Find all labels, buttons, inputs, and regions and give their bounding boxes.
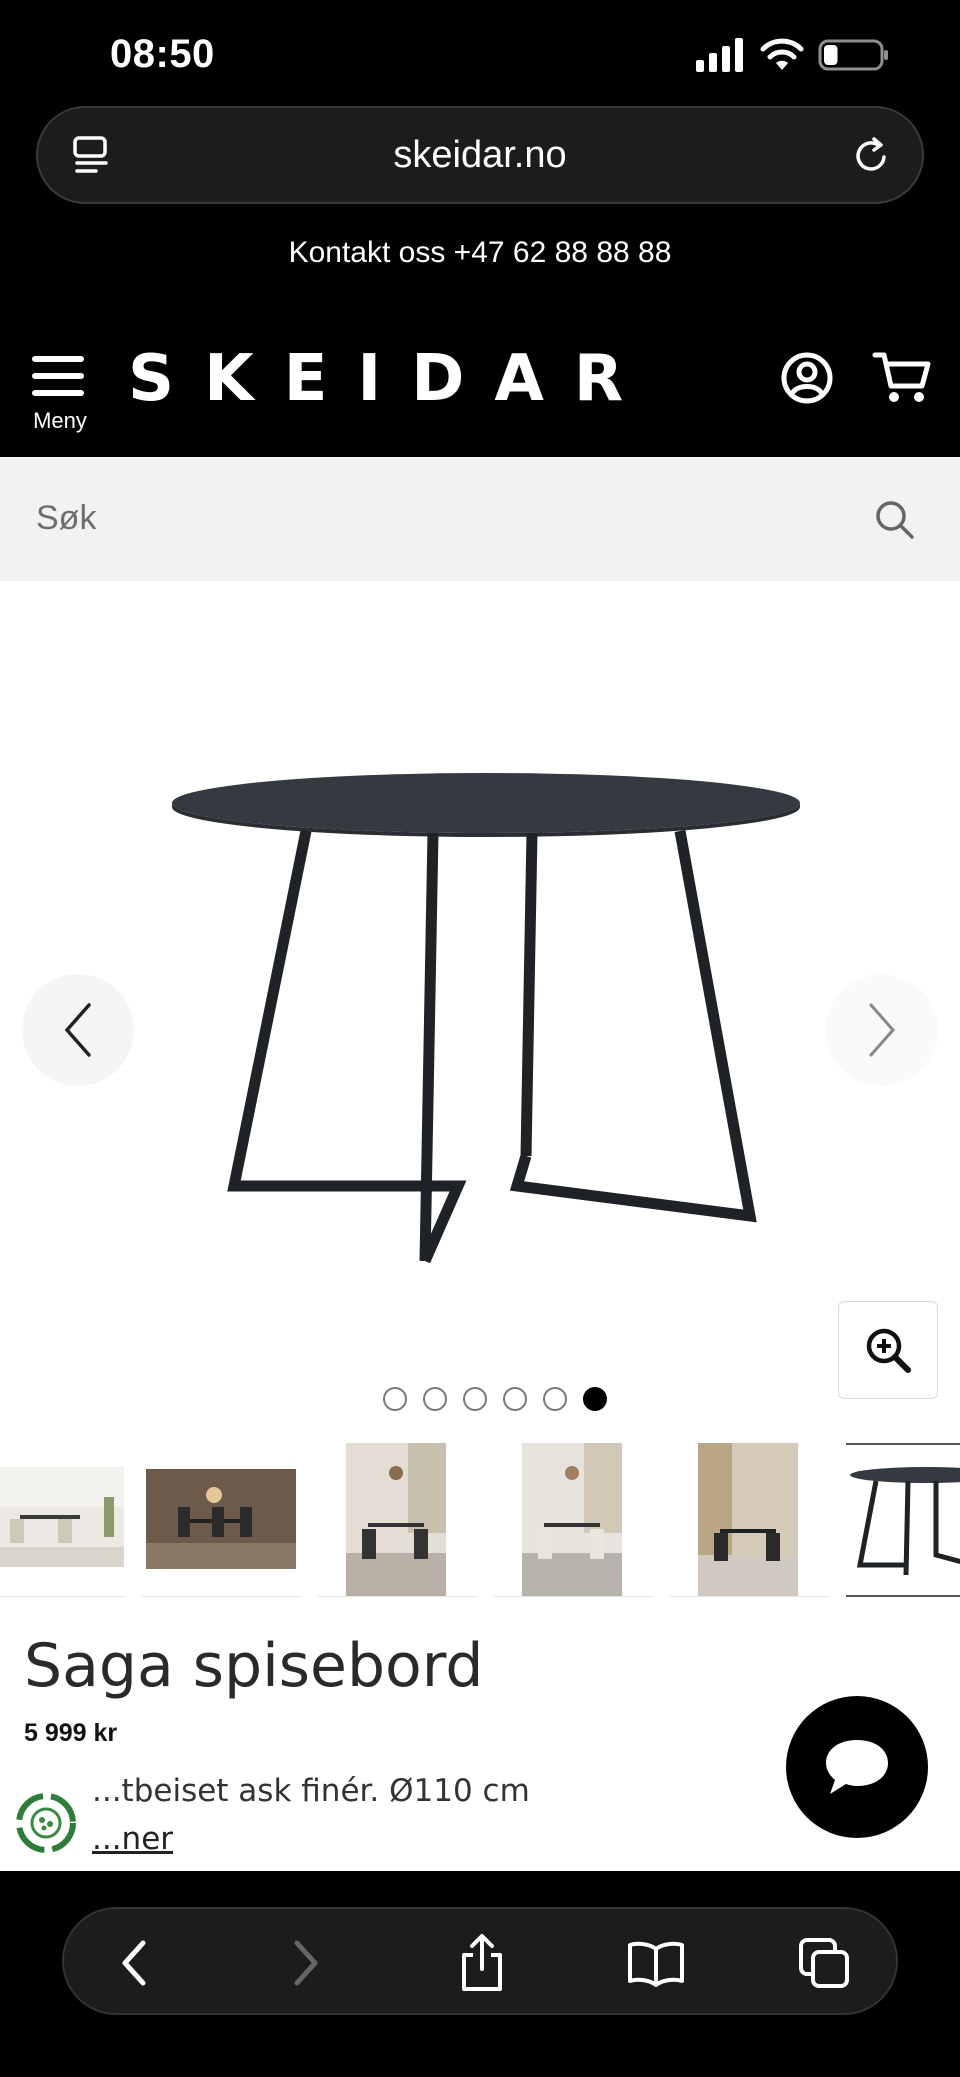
thumbnail[interactable] (0, 1443, 124, 1597)
menu-button[interactable]: Meny (26, 354, 90, 444)
thumbnail-image (698, 1443, 798, 1596)
product-section: Saga spisebord 5 999 kr ...tbeiset ask f… (0, 581, 960, 1871)
back-button[interactable] (102, 1931, 166, 1995)
signal-icon (696, 38, 743, 72)
product-price: 5 999 kr (24, 1719, 118, 1747)
eco-badge[interactable] (14, 1791, 78, 1855)
carousel-dot[interactable] (503, 1387, 527, 1411)
carousel-dot[interactable] (383, 1387, 407, 1411)
thumbnail-image (0, 1467, 124, 1567)
carousel-dot[interactable] (463, 1387, 487, 1411)
status-bar: 08:50 (0, 0, 960, 105)
forward-arrow-icon (294, 1940, 318, 1986)
read-more-link[interactable]: ...ner (92, 1821, 173, 1857)
menu-icon (32, 356, 84, 396)
contact-phone-link[interactable]: Kontakt oss +47 62 88 88 88 (0, 236, 960, 270)
thumbnail[interactable] (318, 1443, 476, 1597)
thumbnail[interactable] (494, 1443, 652, 1597)
toolbar-pill (62, 1907, 898, 2015)
carousel-dot-active[interactable] (583, 1387, 607, 1411)
bookmarks-button[interactable] (624, 1931, 688, 1995)
carousel-next-button[interactable] (826, 974, 938, 1086)
thumbnail-image (850, 1467, 960, 1576)
share-icon (462, 1934, 502, 1991)
status-icons (696, 38, 890, 72)
carousel-dot[interactable] (543, 1387, 567, 1411)
tabs-button[interactable] (792, 1931, 856, 1995)
search-input[interactable] (36, 499, 736, 538)
chat-bubble-icon (826, 1740, 888, 1794)
site-logo[interactable]: SKEIDAR (128, 342, 653, 416)
address-bar[interactable]: skeidar.no (36, 106, 924, 204)
carousel-dots (0, 1387, 960, 1411)
menu-label: Meny (33, 408, 87, 433)
thumbnail-active[interactable] (846, 1443, 960, 1597)
cart-icon[interactable] (872, 350, 932, 406)
wifi-icon (760, 38, 804, 70)
search-bar (0, 457, 960, 581)
zoom-in-icon (866, 1328, 911, 1373)
battery-icon (818, 39, 888, 71)
product-image (172, 773, 800, 1264)
product-image-carousel[interactable] (0, 581, 960, 1411)
product-title: Saga spisebord (24, 1631, 484, 1701)
thumbnail-strip (0, 1443, 960, 1597)
tabs-icon (799, 1938, 849, 1988)
forward-button[interactable] (274, 1931, 338, 1995)
reload-icon[interactable] (852, 135, 892, 177)
thumbnail[interactable] (670, 1443, 828, 1597)
back-arrow-icon (122, 1940, 146, 1986)
carousel-prev-button[interactable] (22, 974, 134, 1086)
browser-toolbar (0, 1871, 960, 2077)
url-text[interactable]: skeidar.no (38, 134, 922, 177)
status-time: 08:50 (110, 32, 215, 76)
recycle-icon (16, 1793, 76, 1853)
share-button[interactable] (450, 1931, 514, 1995)
carousel-dot[interactable] (423, 1387, 447, 1411)
chevron-left-icon (64, 1003, 91, 1057)
chat-button[interactable] (786, 1696, 928, 1838)
zoom-button[interactable] (838, 1301, 938, 1399)
site-header: Meny SKEIDAR (0, 320, 960, 457)
account-icon[interactable] (780, 351, 834, 405)
thumbnail[interactable] (142, 1443, 300, 1597)
chevron-right-icon (869, 1003, 895, 1057)
product-description: ...tbeiset ask finér. Ø110 cm (92, 1773, 530, 1809)
thumbnail-image (346, 1443, 446, 1596)
search-icon[interactable] (874, 499, 916, 541)
book-icon (628, 1941, 684, 1987)
thumbnail-image (146, 1469, 296, 1569)
thumbnail-image (522, 1443, 622, 1596)
